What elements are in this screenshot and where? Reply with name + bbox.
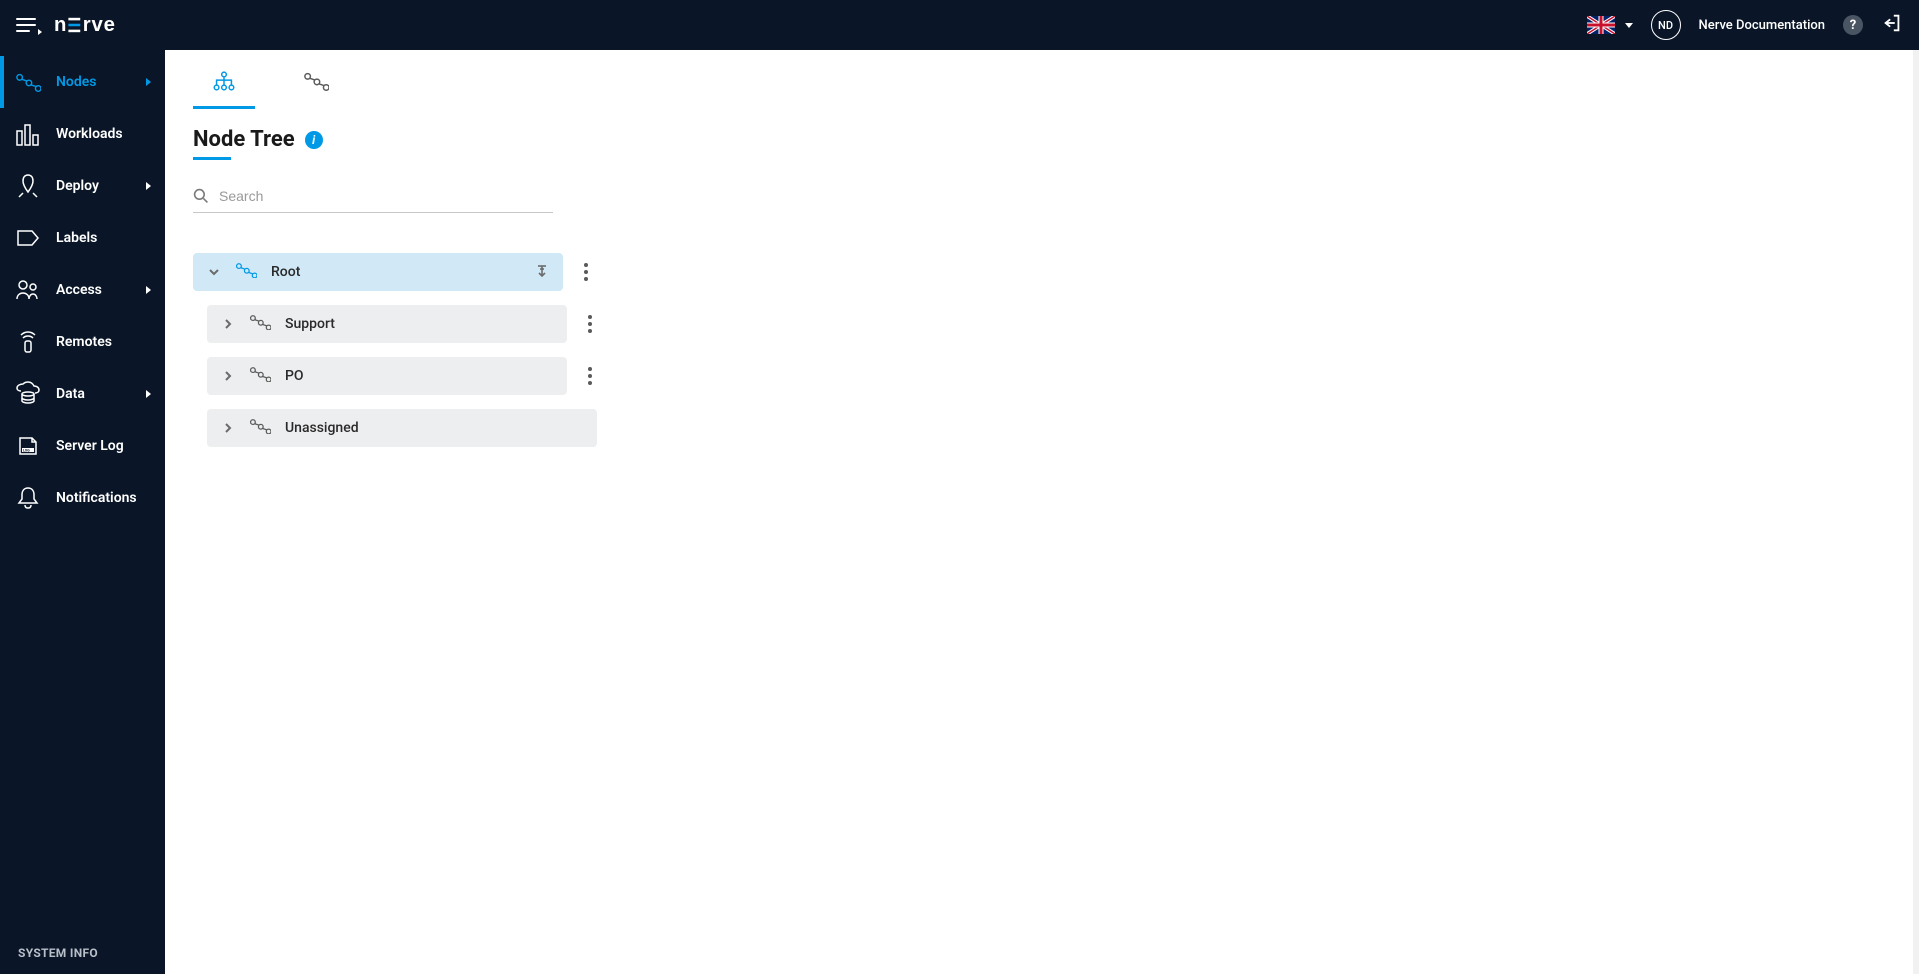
- language-caret-icon[interactable]: [1625, 23, 1633, 28]
- sidebar-item-deploy[interactable]: Deploy: [0, 160, 165, 212]
- main-content: Node Tree i: [165, 50, 1919, 974]
- tab-node-view[interactable]: [285, 64, 347, 109]
- chevron-right-icon: [146, 286, 151, 294]
- tree-node-child[interactable]: PO: [207, 357, 567, 395]
- sidebar-item-label: Deploy: [56, 178, 132, 194]
- sidebar-item-label: Remotes: [56, 334, 151, 350]
- node-icon: [235, 262, 257, 282]
- sidebar-item-label: Server Log: [56, 438, 151, 454]
- chevron-right-icon[interactable]: [221, 369, 235, 383]
- sidebar-item-serverlog[interactable]: LOG Server Log: [0, 420, 165, 472]
- sidebar-item-labels[interactable]: Labels: [0, 212, 165, 264]
- language-flag-button[interactable]: [1587, 16, 1615, 34]
- chevron-right-icon: [146, 390, 151, 398]
- kebab-menu-child[interactable]: [581, 315, 599, 333]
- user-avatar[interactable]: ND: [1651, 10, 1681, 40]
- user-initials: ND: [1658, 19, 1673, 32]
- chevron-right-icon[interactable]: [221, 317, 235, 331]
- node-label: PO: [285, 368, 553, 384]
- sidebar-item-label: Nodes: [56, 74, 132, 90]
- logout-icon[interactable]: [1881, 12, 1903, 38]
- sidebar-item-access[interactable]: Access: [0, 264, 165, 316]
- tabs: [165, 50, 1919, 109]
- chevron-right-icon: [146, 78, 151, 86]
- search-input[interactable]: [219, 188, 553, 204]
- tree-node-child[interactable]: Support: [207, 305, 567, 343]
- help-icon[interactable]: ?: [1843, 15, 1863, 35]
- sidebar: Nodes Workloads Deploy: [0, 50, 165, 974]
- node-icon: [249, 314, 271, 334]
- data-icon: [14, 380, 42, 408]
- node-label: Support: [285, 316, 553, 332]
- serverlog-icon: LOG: [14, 432, 42, 460]
- labels-icon: [14, 224, 42, 252]
- tree-node-root[interactable]: Root: [193, 253, 563, 291]
- sidebar-item-remotes[interactable]: Remotes: [0, 316, 165, 368]
- nodes-icon: [14, 68, 42, 96]
- brand-logo: n rve: [54, 14, 156, 36]
- sort-icon[interactable]: [535, 263, 549, 282]
- sidebar-item-label: Access: [56, 282, 132, 298]
- kebab-menu-child[interactable]: [581, 367, 599, 385]
- sidebar-item-workloads[interactable]: Workloads: [0, 108, 165, 160]
- tree-node-child[interactable]: Unassigned: [207, 409, 597, 447]
- node-label: Root: [271, 264, 521, 280]
- sidebar-footer-systeminfo[interactable]: SYSTEM INFO: [0, 932, 165, 974]
- svg-text:LOG: LOG: [23, 449, 30, 453]
- node-icon: [249, 418, 271, 438]
- notifications-icon: [14, 484, 42, 512]
- sidebar-item-label: Data: [56, 386, 132, 402]
- svg-text:rve: rve: [83, 14, 116, 36]
- node-label: Unassigned: [285, 420, 583, 436]
- search-icon: [193, 188, 209, 204]
- menu-toggle-button[interactable]: [16, 13, 40, 37]
- chevron-right-icon[interactable]: [221, 421, 235, 435]
- node-icon: [249, 366, 271, 386]
- sidebar-item-notifications[interactable]: Notifications: [0, 472, 165, 524]
- svg-text:n: n: [54, 14, 67, 36]
- sidebar-item-label: Notifications: [56, 490, 151, 506]
- tab-tree-view[interactable]: [193, 64, 255, 109]
- chevron-down-icon[interactable]: [207, 265, 221, 279]
- info-icon[interactable]: i: [305, 131, 323, 149]
- sidebar-item-label: Labels: [56, 230, 151, 246]
- deploy-icon: [14, 172, 42, 200]
- kebab-menu-root[interactable]: [577, 263, 595, 281]
- chevron-right-icon: [146, 182, 151, 190]
- sidebar-item-nodes[interactable]: Nodes: [0, 56, 165, 108]
- node-tree: Root: [165, 223, 1919, 477]
- search-box[interactable]: [193, 184, 553, 213]
- access-icon: [14, 276, 42, 304]
- user-name-label: Nerve Documentation: [1699, 18, 1825, 33]
- remotes-icon: [14, 328, 42, 356]
- sidebar-item-data[interactable]: Data: [0, 368, 165, 420]
- sidebar-item-label: Workloads: [56, 126, 151, 142]
- app-header: n rve ND: [0, 0, 1919, 50]
- workloads-icon: [14, 120, 42, 148]
- page-title: Node Tree: [193, 127, 295, 152]
